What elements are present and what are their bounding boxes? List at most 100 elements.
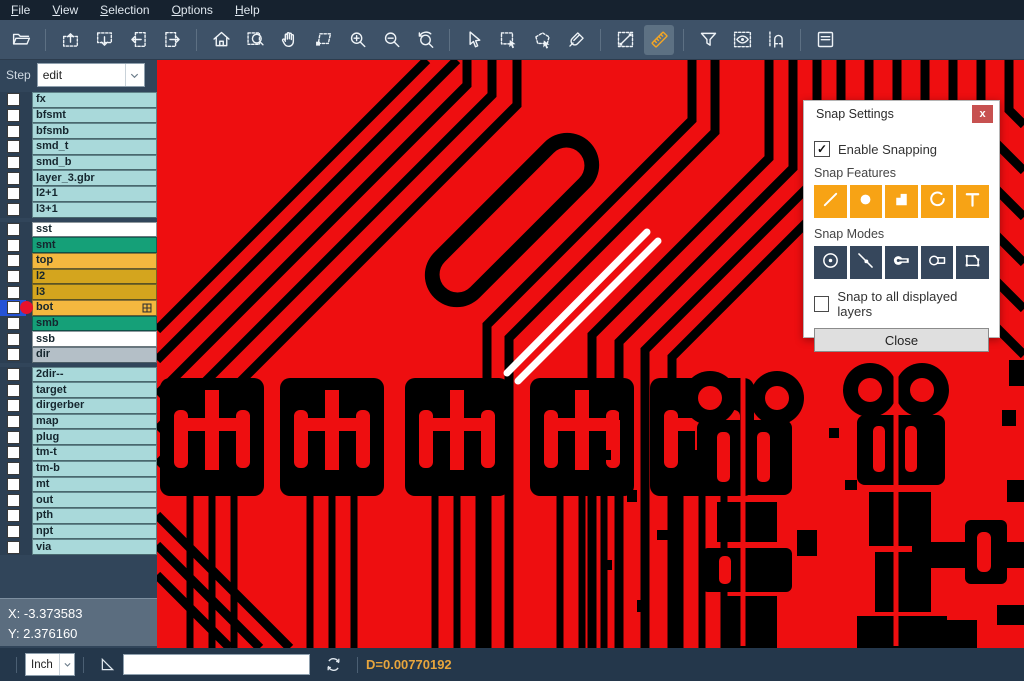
angle-measure-icon[interactable]	[98, 655, 117, 674]
menu-help[interactable]: Help	[224, 0, 271, 20]
layer-row-dir[interactable]: dir	[0, 347, 157, 363]
layer-row-out[interactable]: out	[0, 492, 157, 508]
toolbar-pan-hand-button[interactable]	[274, 25, 304, 55]
close-icon[interactable]: x	[972, 105, 993, 123]
layer-row-l2+1[interactable]: l2+1	[0, 186, 157, 202]
layer-label[interactable]: dirgerber	[32, 398, 157, 414]
layer-row-fx[interactable]: fx	[0, 92, 157, 108]
layer-label[interactable]: ssb	[32, 331, 157, 347]
unit-dropdown[interactable]: Inch	[25, 653, 75, 676]
layer-label[interactable]: sst	[32, 222, 157, 238]
layer-label[interactable]: bfsmb	[32, 123, 157, 139]
layer-label[interactable]: smd_t	[32, 139, 157, 155]
toolbar-select-polygon-button[interactable]	[527, 25, 557, 55]
layer-label[interactable]: via	[32, 539, 157, 555]
menu-file[interactable]: File	[0, 0, 41, 20]
layer-row-plug[interactable]: plug	[0, 429, 157, 445]
snap-arc-button[interactable]	[921, 185, 954, 218]
layer-checkbox[interactable]	[7, 254, 20, 267]
menu-view[interactable]: View	[41, 0, 89, 20]
layer-label[interactable]: dir	[32, 347, 157, 363]
layer-checkbox[interactable]	[7, 187, 20, 200]
toolbar-show-hide-button[interactable]	[727, 25, 757, 55]
layer-row-2dir--[interactable]: 2dir--	[0, 367, 157, 383]
layer-label[interactable]: layer_3.gbr	[32, 170, 157, 186]
layer-checkbox[interactable]	[7, 270, 20, 283]
layer-checkbox[interactable]	[7, 93, 20, 106]
layer-row-mt[interactable]: mt	[0, 477, 157, 493]
layer-checkbox[interactable]	[7, 368, 20, 381]
layer-checkbox[interactable]	[7, 494, 20, 507]
layer-checkbox[interactable]	[7, 415, 20, 428]
toolbar-zoom-window-button[interactable]	[240, 25, 270, 55]
snap-circle-button[interactable]	[850, 185, 883, 218]
snap-line-point-button[interactable]	[850, 246, 883, 279]
layer-row-dirgerber[interactable]: dirgerber	[0, 398, 157, 414]
layer-checkbox[interactable]	[7, 541, 20, 554]
layer-row-npt[interactable]: npt	[0, 524, 157, 540]
layer-row-bfsmb[interactable]: bfsmb	[0, 123, 157, 139]
layer-label[interactable]: map	[32, 414, 157, 430]
layer-row-smd_t[interactable]: smd_t	[0, 139, 157, 155]
layer-label[interactable]: smd_b	[32, 155, 157, 171]
layer-label[interactable]: target	[32, 382, 157, 398]
layer-label[interactable]: bfsmt	[32, 108, 157, 124]
toolbar-select-pointer-button[interactable]	[459, 25, 489, 55]
layer-checkbox[interactable]	[7, 317, 20, 330]
step-dropdown[interactable]: edit	[37, 63, 145, 87]
layer-checkbox[interactable]	[7, 140, 20, 153]
menu-options[interactable]: Options	[161, 0, 224, 20]
layer-label[interactable]: tm-t	[32, 445, 157, 461]
enable-snapping-checkbox[interactable]: ✓	[814, 141, 830, 157]
snap-slot-outline-button[interactable]	[921, 246, 954, 279]
toolbar-clean-brush-button[interactable]	[561, 25, 591, 55]
layer-checkbox[interactable]	[7, 109, 20, 122]
layer-row-target[interactable]: target	[0, 382, 157, 398]
layer-label[interactable]: l3+1	[32, 202, 157, 218]
layer-label[interactable]: top	[32, 253, 157, 269]
layer-checkbox[interactable]	[7, 156, 20, 169]
layer-row-l3+1[interactable]: l3+1	[0, 202, 157, 218]
layer-row-sst[interactable]: sst	[0, 222, 157, 238]
layer-checkbox[interactable]	[7, 286, 20, 299]
refresh-icon[interactable]	[324, 655, 343, 674]
toolbar-zoom-area-button[interactable]	[308, 25, 338, 55]
layer-checkbox[interactable]	[7, 462, 20, 475]
toolbar-zoom-in-button[interactable]	[342, 25, 372, 55]
layer-row-smd_b[interactable]: smd_b	[0, 155, 157, 171]
close-button[interactable]: Close	[814, 328, 989, 352]
snap-all-layers-checkbox[interactable]	[814, 296, 829, 312]
layer-checkbox[interactable]	[7, 239, 20, 252]
snap-text-button[interactable]	[956, 185, 989, 218]
layer-label[interactable]: 2dir--	[32, 367, 157, 383]
toolbar-ruler-button[interactable]	[644, 25, 674, 55]
layer-row-l2[interactable]: l2	[0, 269, 157, 285]
layer-checkbox[interactable]	[7, 525, 20, 538]
layer-checkbox[interactable]	[7, 399, 20, 412]
measure-input[interactable]	[123, 654, 310, 675]
toolbar-export-bottom-button[interactable]	[89, 25, 119, 55]
layer-checkbox[interactable]	[7, 203, 20, 216]
toolbar-export-top-button[interactable]	[55, 25, 85, 55]
layer-label[interactable]: npt	[32, 524, 157, 540]
layer-checkbox[interactable]	[7, 384, 20, 397]
layer-checkbox[interactable]	[7, 446, 20, 459]
layer-row-bfsmt[interactable]: bfsmt	[0, 108, 157, 124]
layer-checkbox[interactable]	[7, 172, 20, 185]
layer-row-ssb[interactable]: ssb	[0, 331, 157, 347]
layer-label[interactable]: l3	[32, 284, 157, 300]
snap-contour-button[interactable]	[956, 246, 989, 279]
layer-label[interactable]: l2	[32, 269, 157, 285]
toolbar-shift-left-button[interactable]	[123, 25, 153, 55]
layer-label[interactable]: smb	[32, 316, 157, 332]
layer-checkbox[interactable]	[7, 431, 20, 444]
layer-checkbox[interactable]	[7, 478, 20, 491]
layer-row-tm-b[interactable]: tm-b	[0, 461, 157, 477]
toolbar-shift-right-button[interactable]	[157, 25, 187, 55]
layer-label[interactable]: fx	[32, 92, 157, 108]
toolbar-zoom-previous-button[interactable]	[410, 25, 440, 55]
toolbar-home-view-button[interactable]	[206, 25, 236, 55]
layer-checkbox[interactable]	[7, 333, 20, 346]
layer-row-map[interactable]: map	[0, 414, 157, 430]
layer-label[interactable]: out	[32, 492, 157, 508]
